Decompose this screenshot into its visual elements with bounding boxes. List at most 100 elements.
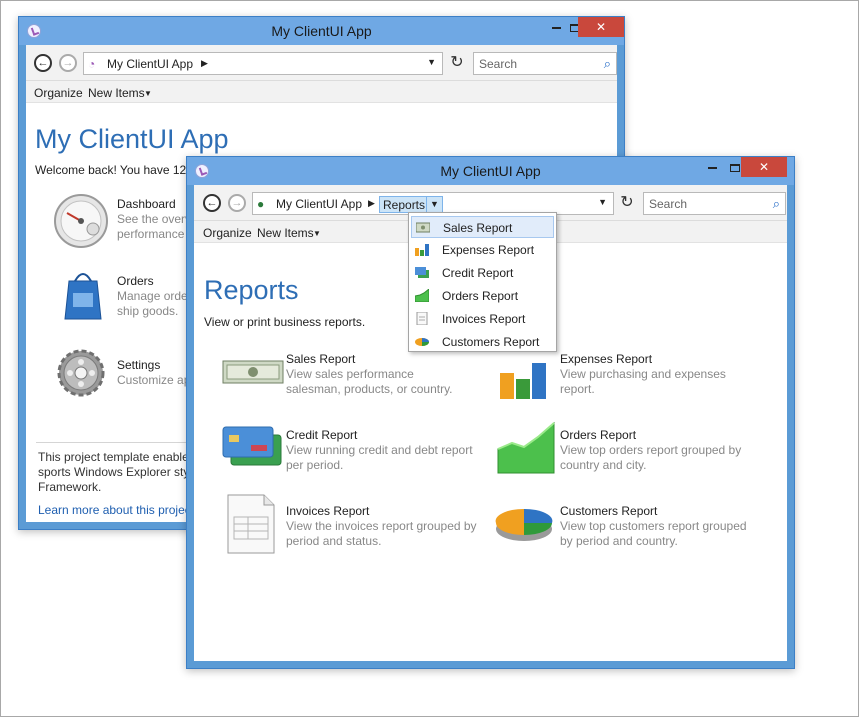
footer-text-line2: sports Windows Explorer style bbox=[38, 465, 199, 479]
credit-report-title[interactable]: Credit Report bbox=[286, 428, 357, 442]
maximize-icon bbox=[730, 163, 740, 172]
back-window-title: My ClientUI App bbox=[271, 23, 372, 39]
refresh-icon: ↻ bbox=[620, 194, 634, 211]
customers-report-desc-line1: View top customers report grouped bbox=[560, 519, 747, 533]
dashboard-desc-line2: performance d bbox=[117, 227, 195, 241]
close-button[interactable]: ✕ bbox=[578, 17, 624, 37]
pie-chart-icon[interactable] bbox=[494, 503, 558, 545]
breadcrumb-chevron-icon[interactable]: ▶ bbox=[201, 58, 208, 69]
minimize-icon bbox=[551, 26, 561, 29]
back-window-titlebar[interactable]: My ClientUI App ✕ bbox=[19, 17, 624, 45]
orders-report-title[interactable]: Orders Report bbox=[560, 428, 636, 442]
credit-card-icon[interactable] bbox=[221, 423, 285, 469]
menu-item-label: Customers Report bbox=[442, 335, 540, 349]
menu-item-label: Sales Report bbox=[443, 221, 513, 235]
page-title: Reports bbox=[204, 275, 299, 305]
customers-report-title[interactable]: Customers Report bbox=[560, 504, 657, 518]
organize-menu[interactable]: Organize bbox=[34, 86, 83, 100]
organize-menu[interactable]: Organize bbox=[203, 226, 252, 240]
orders-desc-line1: Manage order bbox=[117, 289, 192, 303]
breadcrumb-reports[interactable]: Reports ▼ bbox=[379, 196, 443, 213]
search-placeholder: Search bbox=[479, 57, 518, 71]
refresh-button[interactable]: ↻ bbox=[448, 54, 466, 72]
forward-button[interactable]: → bbox=[59, 54, 77, 72]
arrow-right-icon: → bbox=[62, 57, 74, 69]
footer-text-line1: This project template enables bbox=[38, 450, 195, 464]
search-icon[interactable]: ⌕ bbox=[773, 196, 780, 212]
arrow-left-icon: ← bbox=[206, 197, 218, 209]
search-box[interactable]: Search ⌕ bbox=[643, 192, 786, 215]
breadcrumb-root[interactable]: My ClientUI App bbox=[107, 57, 193, 71]
navigation-bar: ← → ◔ My ClientUI App ▶ ▼ ↻ Search ⌕ bbox=[26, 45, 617, 81]
page-subtitle: View or print business reports. bbox=[204, 315, 366, 329]
address-dropdown-icon[interactable]: ▼ bbox=[427, 57, 436, 67]
command-bar: Organize New Items ▼ bbox=[26, 81, 617, 103]
address-bar[interactable]: ◔ My ClientUI App ▶ ▼ bbox=[83, 52, 443, 75]
menu-item-label: Credit Report bbox=[442, 266, 514, 280]
menu-item-label: Invoices Report bbox=[442, 312, 526, 326]
bar-chart-icon[interactable] bbox=[496, 357, 556, 401]
forward-button[interactable]: → bbox=[228, 194, 246, 212]
menu-item-label: Expenses Report bbox=[442, 243, 535, 257]
arrow-left-icon: ← bbox=[37, 57, 49, 69]
search-icon[interactable]: ⌕ bbox=[604, 56, 611, 72]
menu-item-label: Orders Report bbox=[442, 289, 519, 303]
menu-item-customers-report[interactable]: Customers Report bbox=[411, 331, 554, 353]
shopping-bag-icon[interactable] bbox=[59, 267, 107, 323]
breadcrumb-root[interactable]: My ClientUI App bbox=[276, 197, 362, 211]
invoice-icon bbox=[416, 312, 428, 325]
settings-title[interactable]: Settings bbox=[117, 358, 160, 372]
new-items-dropdown-icon[interactable]: ▼ bbox=[144, 89, 152, 98]
app-logo-icon: ◔ bbox=[88, 57, 96, 71]
menu-item-expenses-report[interactable]: Expenses Report bbox=[411, 239, 554, 261]
arrow-right-icon: → bbox=[231, 197, 243, 209]
page-title: My ClientUI App bbox=[35, 124, 229, 154]
new-items-menu[interactable]: New Items bbox=[88, 86, 145, 100]
close-icon: ✕ bbox=[595, 20, 607, 34]
back-button[interactable]: ← bbox=[34, 54, 52, 72]
breadcrumb-chevron-icon[interactable]: ▶ bbox=[368, 198, 375, 209]
menu-item-sales-report[interactable]: Sales Report bbox=[411, 216, 554, 238]
globe-icon: ● bbox=[257, 197, 265, 211]
dashboard-title[interactable]: Dashboard bbox=[117, 197, 176, 211]
breadcrumb-split-divider bbox=[426, 197, 427, 212]
new-items-menu[interactable]: New Items bbox=[257, 226, 314, 240]
expenses-report-title[interactable]: Expenses Report bbox=[560, 352, 652, 366]
search-placeholder: Search bbox=[649, 197, 688, 211]
bar-chart-icon bbox=[415, 244, 429, 256]
refresh-button[interactable]: ↻ bbox=[618, 194, 636, 212]
learn-more-link[interactable]: Learn more about this project bbox=[38, 503, 194, 518]
money-icon[interactable] bbox=[221, 357, 285, 385]
invoice-icon[interactable] bbox=[226, 493, 278, 555]
sales-report-title[interactable]: Sales Report bbox=[286, 352, 355, 366]
front-window-titlebar[interactable]: My ClientUI App ✕ bbox=[187, 157, 794, 185]
breadcrumb-dropdown-icon[interactable]: ▼ bbox=[430, 199, 439, 209]
back-button[interactable]: ← bbox=[203, 194, 221, 212]
expenses-report-desc-line2: report. bbox=[560, 382, 595, 396]
credit-report-desc-line2: per period. bbox=[286, 458, 344, 472]
search-box[interactable]: Search ⌕ bbox=[473, 52, 617, 75]
expenses-report-desc-line1: View purchasing and expenses bbox=[560, 367, 726, 381]
menu-item-orders-report[interactable]: Orders Report bbox=[411, 285, 554, 307]
area-chart-icon bbox=[415, 289, 429, 302]
menu-item-invoices-report[interactable]: Invoices Report bbox=[411, 308, 554, 330]
area-chart-icon[interactable] bbox=[494, 419, 558, 477]
breadcrumb-reports-label: Reports bbox=[383, 198, 426, 212]
close-button[interactable]: ✕ bbox=[741, 157, 787, 177]
menu-item-credit-report[interactable]: Credit Report bbox=[411, 262, 554, 284]
customers-report-desc-line2: by period and country. bbox=[560, 534, 678, 548]
credit-card-icon bbox=[415, 267, 429, 278]
dashboard-desc-line1: See the overvi bbox=[117, 212, 194, 226]
orders-report-desc-line1: View top orders report grouped by bbox=[560, 443, 742, 457]
sales-report-desc-line1: View sales performance bbox=[286, 367, 414, 381]
invoices-report-title[interactable]: Invoices Report bbox=[286, 504, 369, 518]
pie-chart-icon bbox=[415, 338, 429, 346]
invoices-report-desc-line1: View the invoices report grouped by bbox=[286, 519, 477, 533]
orders-title[interactable]: Orders bbox=[117, 274, 154, 288]
invoices-report-desc-line2: period and status. bbox=[286, 534, 382, 548]
address-dropdown-icon[interactable]: ▼ bbox=[598, 197, 607, 207]
gauge-icon[interactable] bbox=[53, 193, 109, 249]
refresh-icon: ↻ bbox=[450, 54, 464, 71]
gear-icon[interactable] bbox=[55, 347, 107, 399]
new-items-dropdown-icon[interactable]: ▼ bbox=[313, 229, 321, 238]
